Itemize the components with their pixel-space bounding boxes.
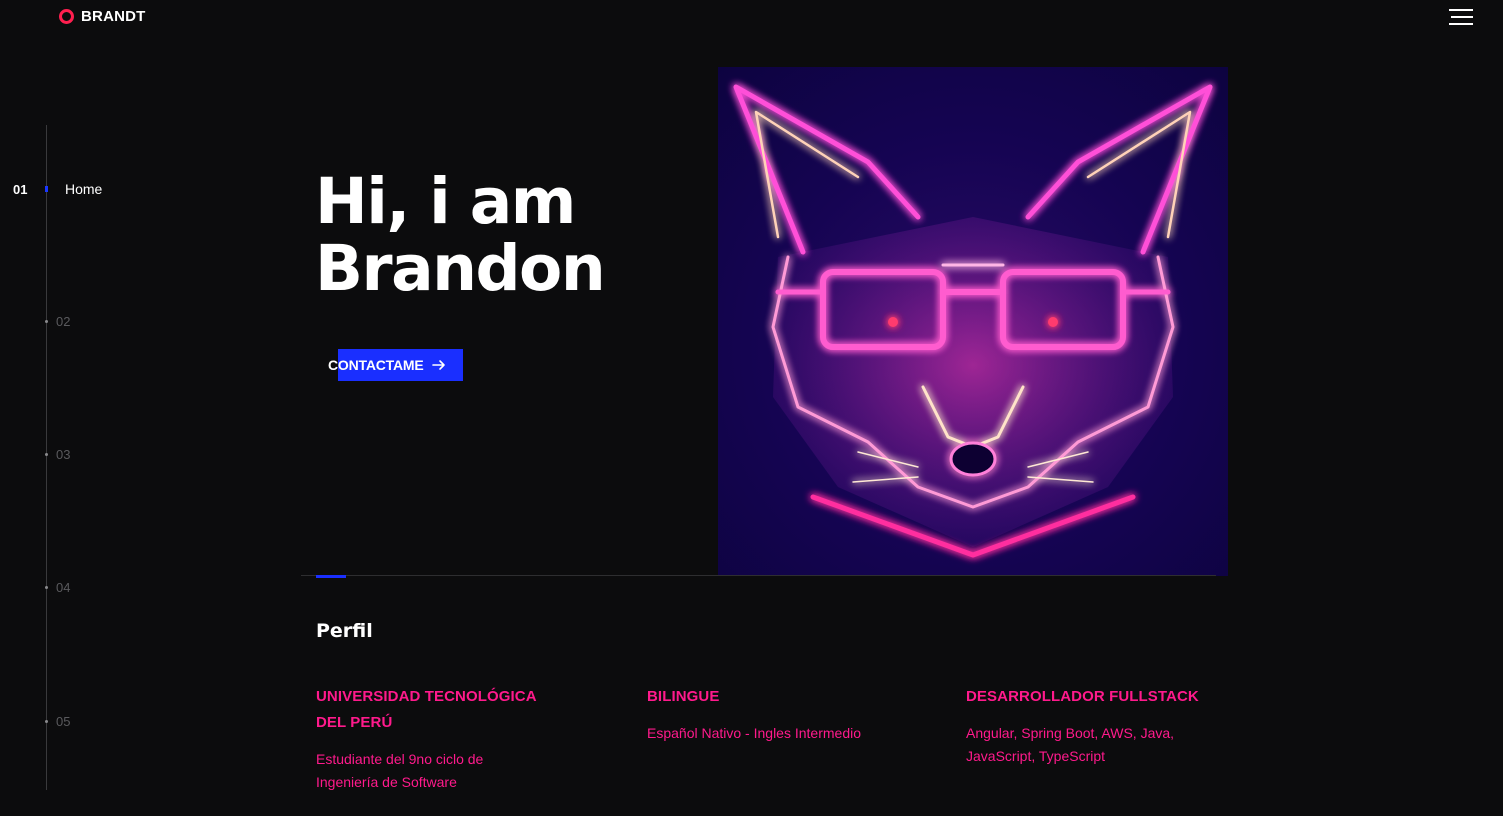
side-nav-item-03[interactable]: 03 xyxy=(56,447,70,462)
profile-column-body: Angular, Spring Boot, AWS, Java, JavaScr… xyxy=(966,722,1236,768)
neon-fox-image xyxy=(718,67,1228,576)
heading-line: UNIVERSIDAD TECNOLÓGICA xyxy=(316,688,537,705)
profile-column-bilingual: BILINGUE Español Nativo - Ingles Interme… xyxy=(647,684,927,745)
side-nav-line xyxy=(46,125,47,790)
heading-line: DESARROLLADOR FULLSTACK xyxy=(966,688,1199,705)
side-nav-item-home[interactable]: Home xyxy=(65,181,102,197)
divider-accent xyxy=(316,575,346,578)
hero-title-line-1: Hi, i am xyxy=(315,165,576,238)
side-nav-dot xyxy=(45,453,48,456)
heading-line: DEL PERÚ xyxy=(316,714,393,731)
side-nav-item-02[interactable]: 02 xyxy=(56,314,70,329)
side-nav-dot xyxy=(45,720,48,723)
contact-button[interactable]: CONTACTAME xyxy=(316,349,463,381)
neon-fox-illustration xyxy=(733,84,1213,558)
logo-ring-icon xyxy=(59,9,74,24)
side-nav-active-marker xyxy=(45,186,48,192)
hamburger-menu-icon[interactable] xyxy=(1449,8,1473,26)
contact-button-label: CONTACTAME xyxy=(328,357,424,373)
heading-line: BILINGUE xyxy=(647,688,720,705)
side-nav-dot xyxy=(45,586,48,589)
profile-column-heading: DESARROLLADOR FULLSTACK xyxy=(966,684,1236,710)
profile-column-body: Español Nativo - Ingles Intermedio xyxy=(647,722,927,745)
brand-logo[interactable]: BRANDT xyxy=(59,8,146,25)
side-nav-item-04[interactable]: 04 xyxy=(56,580,70,595)
hero-title-line-2: Brandon xyxy=(315,232,606,305)
body-line: Angular, Spring Boot, AWS, Java, xyxy=(966,725,1175,741)
body-line: Estudiante del 9no ciclo de xyxy=(316,751,484,767)
menu-bar-top xyxy=(1449,9,1473,11)
brand-name: BRANDT xyxy=(81,8,146,25)
side-nav-item-05[interactable]: 05 xyxy=(56,714,70,729)
arrow-right-icon xyxy=(432,360,446,370)
body-line: JavaScript, TypeScript xyxy=(966,748,1106,764)
profile-column-heading: UNIVERSIDAD TECNOLÓGICA DEL PERÚ xyxy=(316,684,576,736)
profile-column-body: Estudiante del 9no ciclo de Ingeniería d… xyxy=(316,748,576,794)
hero-title: Hi, i am Brandon xyxy=(315,165,606,305)
side-nav-active-number: 01 xyxy=(13,182,28,197)
profile-column-fullstack: DESARROLLADOR FULLSTACK Angular, Spring … xyxy=(966,684,1236,768)
body-line: Español Nativo - Ingles Intermedio xyxy=(647,725,861,741)
side-nav-dot xyxy=(45,320,48,323)
section-divider xyxy=(301,575,1216,576)
menu-bar-middle xyxy=(1451,16,1473,18)
body-line: Ingeniería de Software xyxy=(316,774,457,790)
section-title-perfil: Perfil xyxy=(316,620,373,642)
menu-bar-bottom xyxy=(1449,23,1473,25)
profile-column-heading: BILINGUE xyxy=(647,684,927,710)
profile-column-university: UNIVERSIDAD TECNOLÓGICA DEL PERÚ Estudia… xyxy=(316,684,576,794)
